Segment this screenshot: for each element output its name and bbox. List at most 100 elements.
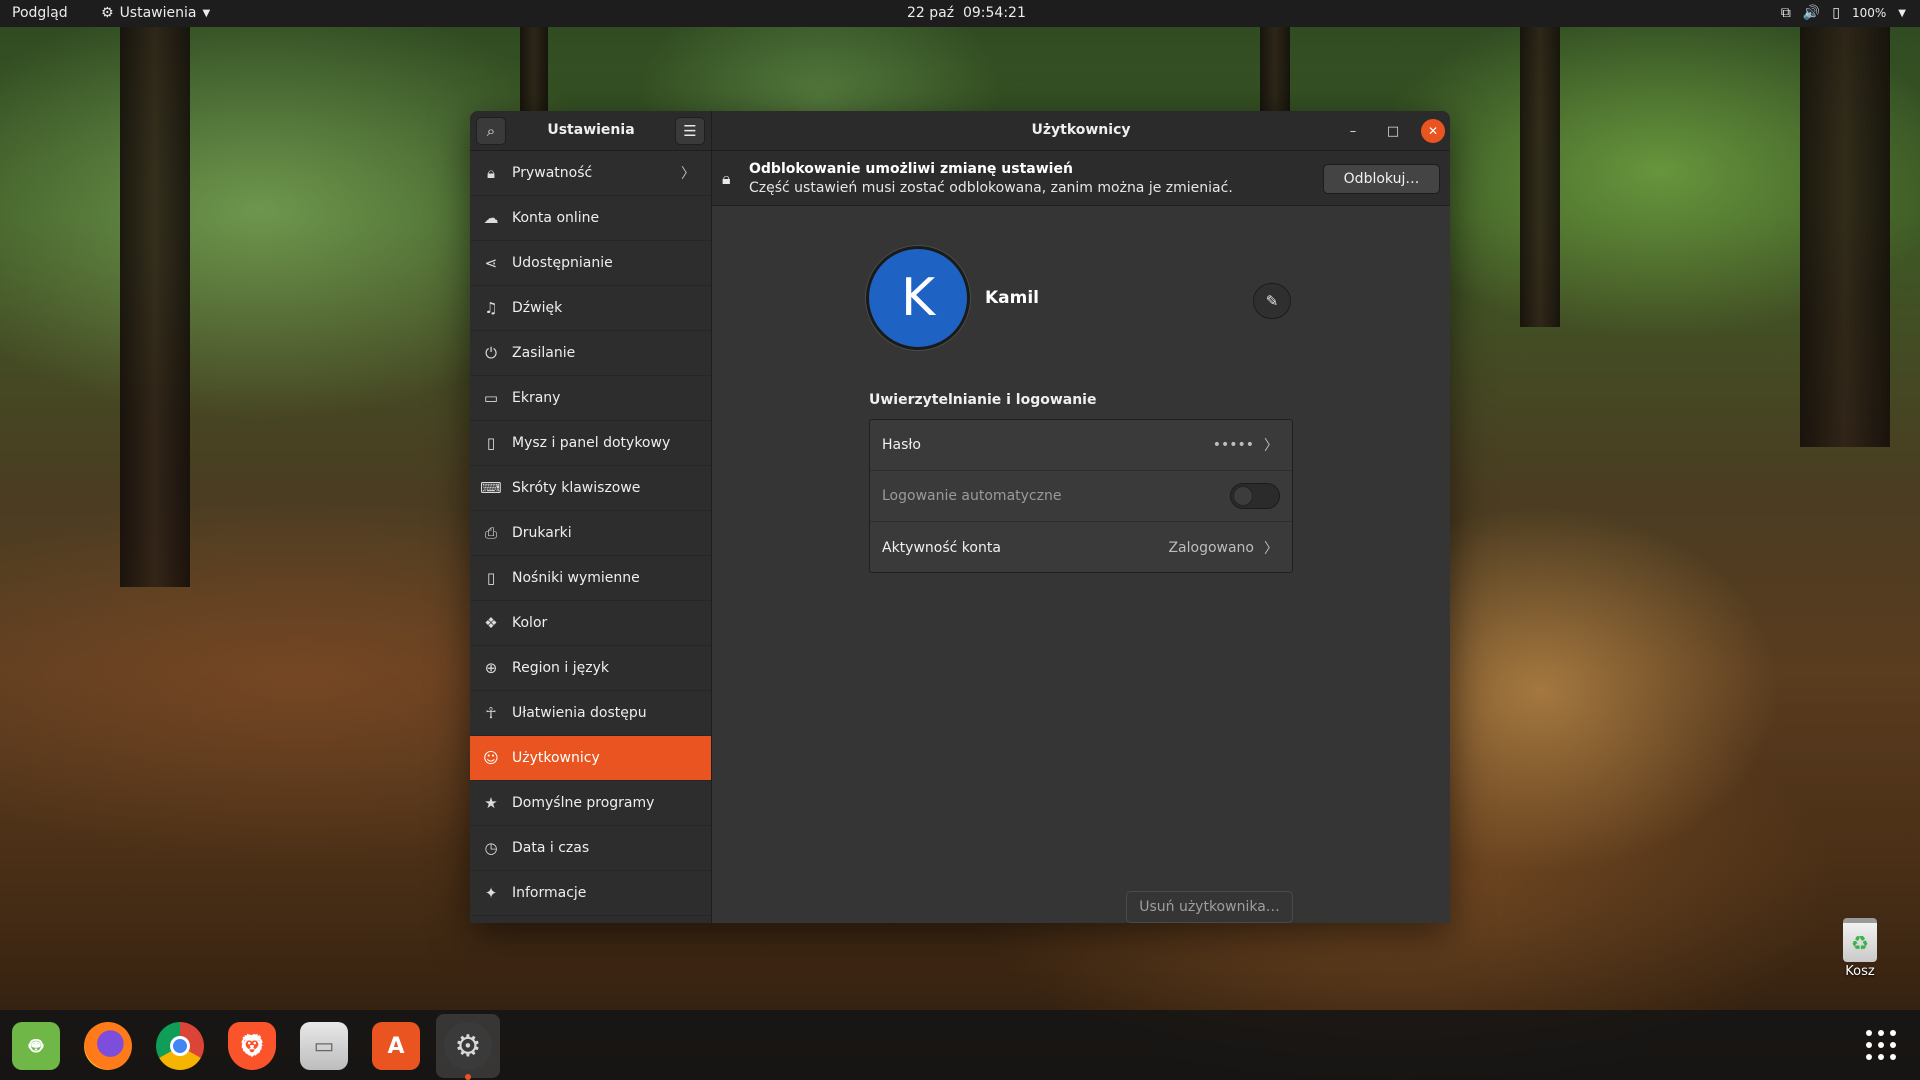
power-icon: ⏻: [485, 344, 497, 362]
sidebar-item-label: Ekrany: [512, 390, 561, 406]
section-title: Uwierzytelnianie i logowanie: [869, 392, 1097, 408]
chevron-right-icon: 〉: [681, 166, 695, 182]
sidebar-item-removable-media[interactable]: ▯ Nośniki wymienne: [470, 556, 711, 601]
settings-sidebar: 🔒︎ Prywatność 〉 ☁ Konta online ⋖ Udostęp…: [470, 151, 712, 923]
top-bar: Podgląd ⚙ Ustawienia ▼ 22 paź 09:54:21 ⧉…: [0, 0, 1920, 27]
users-icon: ☺: [483, 749, 499, 767]
running-indicator: [465, 1074, 471, 1080]
files-icon[interactable]: ▭: [300, 1022, 348, 1070]
caret-down-icon: ▼: [202, 8, 211, 19]
grid-dot: [1866, 1042, 1872, 1048]
edit-name-button[interactable]: ✎: [1253, 283, 1291, 319]
users-panel: 🔒︎ Odblokowanie umożliwi zmianę ustawień…: [712, 151, 1450, 923]
infobar-subtitle: Część ustawień musi zostać odblokowana, …: [749, 180, 1233, 196]
sidebar-item-label: Udostępnianie: [512, 255, 613, 271]
trash-icon: ♻: [1843, 918, 1877, 962]
system-tray[interactable]: ⧉ 🔊 ▯ 100% ▼: [1781, 4, 1906, 23]
clock[interactable]: 22 paź 09:54:21: [907, 4, 1026, 23]
sidebar-item-date-time[interactable]: ◷ Data i czas: [470, 826, 711, 871]
header-bar: ⌕ Ustawienia ☰ Użytkownicy – □ ✕: [470, 111, 1450, 151]
maximize-button[interactable]: □: [1381, 119, 1405, 143]
network-icon: ⧉: [1780, 5, 1791, 21]
sidebar-item-region-language[interactable]: ⊕ Region i język: [470, 646, 711, 691]
star-icon: ★: [484, 794, 498, 812]
chrome-icon[interactable]: [156, 1022, 204, 1070]
hamburger-menu-button[interactable]: ☰: [675, 117, 705, 145]
sidebar-item-label: Ułatwienia dostępu: [512, 705, 647, 721]
minimize-icon: –: [1349, 123, 1357, 139]
sidebar-item-sharing[interactable]: ⋖ Udostępnianie: [470, 241, 711, 286]
sidebar-item-about[interactable]: ✦ Informacje: [470, 871, 711, 916]
autologin-toggle[interactable]: [1230, 483, 1280, 509]
grid-dot: [1890, 1030, 1896, 1036]
delete-user-button[interactable]: Usuń użytkownika…: [1126, 891, 1293, 923]
sidebar-item-privacy[interactable]: 🔒︎ Prywatność 〉: [470, 151, 711, 196]
sidebar-item-accessibility[interactable]: ☥ Ułatwienia dostępu: [470, 691, 711, 736]
grid-dot: [1878, 1030, 1884, 1036]
cloud-icon: ☁: [483, 209, 499, 227]
desktop-trash[interactable]: ♻ Kosz: [1836, 918, 1884, 979]
activities-button[interactable]: Podgląd: [12, 4, 68, 23]
app-menu-label: Ustawienia: [119, 5, 197, 21]
clock-icon: ◷: [484, 839, 498, 857]
accessibility-icon: ☥: [485, 704, 497, 722]
sidebar-item-label: Domyślne programy: [512, 795, 655, 811]
menu-icon: ☰: [683, 122, 697, 140]
sidebar-item-label: Nośniki wymienne: [512, 570, 640, 586]
sidebar-item-label: Zasilanie: [512, 345, 576, 361]
android-studio-icon[interactable]: 🤖︎: [12, 1022, 60, 1070]
usb-drive-icon: ▯: [486, 569, 496, 587]
dock: [0, 1010, 1920, 1080]
show-applications-button[interactable]: [1866, 1030, 1896, 1060]
password-row[interactable]: Hasło ••••• 〉: [870, 420, 1292, 471]
brave-icon[interactable]: 🦁︎: [228, 1022, 276, 1070]
grid-dot: [1890, 1042, 1896, 1048]
wallpaper-tree-trunk: [120, 27, 190, 587]
close-button[interactable]: ✕: [1421, 119, 1445, 143]
sidebar-item-displays[interactable]: ▭ Ekrany: [470, 376, 711, 421]
firefox-icon[interactable]: [84, 1022, 132, 1070]
music-note-icon: ♫: [484, 299, 498, 317]
volume-icon: 🔊: [1802, 5, 1821, 21]
info-star-icon: ✦: [484, 884, 498, 902]
user-name: Kamil: [985, 288, 1040, 308]
mouse-icon: ▯: [486, 434, 496, 452]
sidebar-item-label: Kolor: [512, 615, 548, 631]
grid-dot: [1878, 1042, 1884, 1048]
account-activity-row[interactable]: Aktywność konta Zalogowano 〉: [870, 522, 1292, 573]
software-center-icon[interactable]: A: [372, 1022, 420, 1070]
battery-icon: ▯: [1832, 5, 1840, 21]
grid-dot: [1866, 1030, 1872, 1036]
grid-dot: [1890, 1054, 1896, 1060]
sidebar-item-default-apps[interactable]: ★ Domyślne programy: [470, 781, 711, 826]
sidebar-item-color[interactable]: ❖ Kolor: [470, 601, 711, 646]
globe-icon: ⊕: [484, 659, 498, 677]
lock-icon: 🔒︎: [487, 164, 495, 182]
sidebar-item-users[interactable]: ☺ Użytkownicy: [470, 736, 711, 781]
sidebar-item-label: Dźwięk: [512, 300, 563, 316]
sidebar-item-printers[interactable]: ⎙ Drukarki: [470, 511, 711, 556]
sidebar-item-keyboard-shortcuts[interactable]: ⌨ Skróty klawiszowe: [470, 466, 711, 511]
unlock-button[interactable]: Odblokuj…: [1323, 164, 1440, 194]
avatar[interactable]: K: [866, 246, 970, 350]
chrome-center: [170, 1036, 190, 1056]
sidebar-item-label: Data i czas: [512, 840, 590, 856]
settings-icon[interactable]: ⚙: [444, 1022, 492, 1070]
sidebar-item-label: Konta online: [512, 210, 600, 226]
sidebar-item-label: Mysz i panel dotykowy: [512, 435, 671, 451]
search-button[interactable]: ⌕: [476, 117, 506, 145]
settings-window: ⌕ Ustawienia ☰ Użytkownicy – □ ✕ 🔒︎ Pryw…: [470, 111, 1450, 923]
sidebar-item-mouse-touchpad[interactable]: ▯ Mysz i panel dotykowy: [470, 421, 711, 466]
keyboard-icon: ⌨: [480, 479, 502, 497]
sidebar-item-sound[interactable]: ♫ Dźwięk: [470, 286, 711, 331]
minimize-button[interactable]: –: [1341, 119, 1365, 143]
sidebar-item-online-accounts[interactable]: ☁ Konta online: [470, 196, 711, 241]
infobar-title: Odblokowanie umożliwi zmianę ustawień: [749, 161, 1073, 177]
app-menu[interactable]: ⚙ Ustawienia ▼: [101, 4, 210, 23]
sidebar-header: ⌕ Ustawienia ☰: [470, 111, 712, 151]
sidebar-item-power[interactable]: ⏻ Zasilanie: [470, 331, 711, 376]
chevron-right-icon: 〉: [1264, 540, 1278, 557]
pencil-icon: ✎: [1265, 292, 1279, 310]
lock-icon: 🔒︎: [722, 169, 731, 188]
grid-dot: [1878, 1054, 1884, 1060]
